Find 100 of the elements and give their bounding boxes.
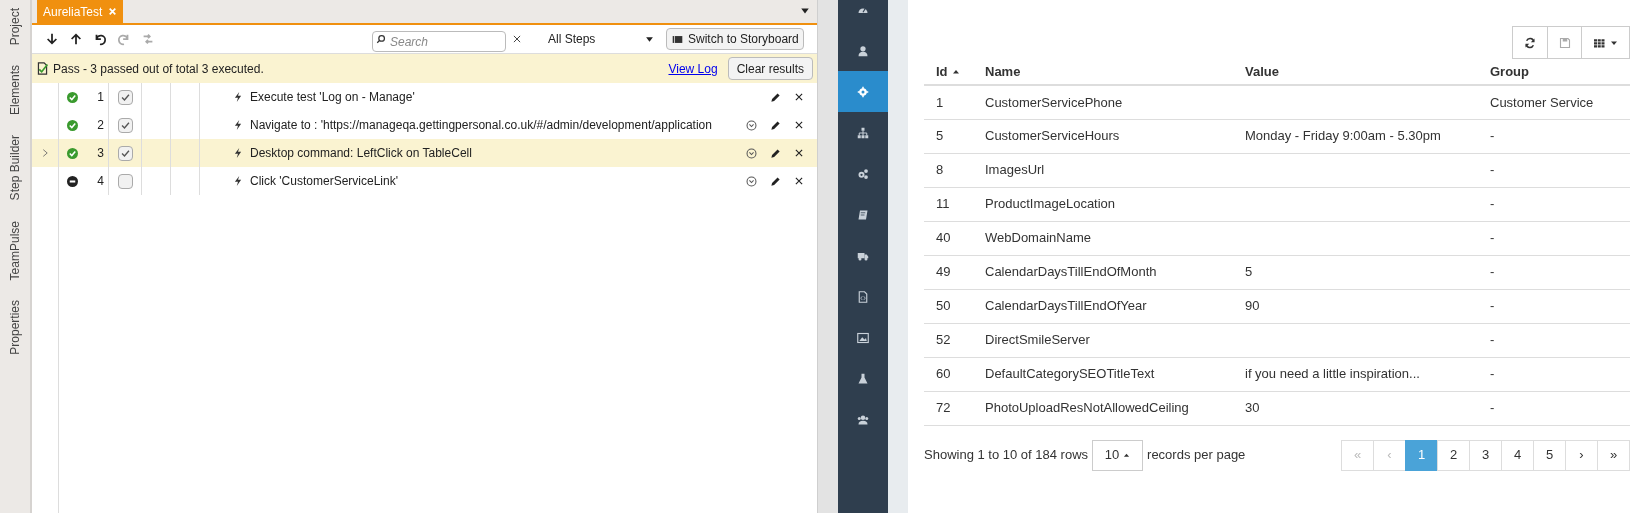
- side-tab[interactable]: Step Builder: [2, 135, 28, 201]
- table-cell: -: [1490, 196, 1495, 212]
- clear-icon[interactable]: [512, 34, 522, 44]
- table-cell: DefaultCategorySEOTitleText: [985, 366, 1155, 382]
- lightning-icon: [233, 91, 243, 103]
- pencil-icon[interactable]: [770, 91, 781, 103]
- table-cell: 72: [936, 400, 951, 416]
- table-cell: 1: [936, 94, 944, 110]
- table-cell: 60: [936, 366, 951, 382]
- status-message: Pass - 3 passed out of total 3 executed.: [53, 60, 264, 78]
- table-cell: DirectSmileServer: [985, 332, 1090, 348]
- arrow-up-icon[interactable]: [69, 32, 83, 46]
- column-header[interactable]: Name: [985, 61, 1021, 82]
- side-tab[interactable]: TeamPulse: [2, 220, 28, 281]
- delete-icon[interactable]: [794, 176, 804, 186]
- search-field[interactable]: Search: [372, 31, 506, 52]
- refresh-icon: [1524, 36, 1536, 49]
- image-icon: [857, 331, 869, 344]
- step-checkbox[interactable]: [117, 117, 133, 133]
- page-button[interactable]: »: [1597, 439, 1630, 471]
- step-number: 1: [97, 89, 104, 106]
- pencil-icon[interactable]: [770, 175, 781, 187]
- columns-button[interactable]: [1581, 26, 1630, 59]
- options-icon[interactable]: [746, 147, 757, 159]
- storyboard-button[interactable]: Switch to Storyboard: [666, 28, 804, 50]
- table-cell: -: [1490, 366, 1495, 382]
- columns-icon: [1593, 36, 1606, 49]
- delete-icon[interactable]: [794, 120, 804, 130]
- table-cell: 5: [936, 128, 944, 144]
- filter-dropdown[interactable]: All Steps: [548, 30, 660, 48]
- step-checkbox[interactable]: [117, 89, 133, 105]
- step-number: 3: [97, 145, 104, 162]
- lightning-icon: [233, 175, 243, 187]
- undo-icon[interactable]: [93, 32, 107, 46]
- pass-icon: [36, 62, 49, 75]
- sitemap-icon: [857, 126, 869, 139]
- arrow-down-icon[interactable]: [45, 32, 59, 46]
- table-cell: Customer Service: [1490, 94, 1594, 110]
- table-cell: Monday - Friday 9:00am - 5.30pm: [1245, 128, 1441, 144]
- page-button[interactable]: ›: [1565, 439, 1598, 471]
- step-checkbox[interactable]: [117, 173, 133, 189]
- clear-results-button[interactable]: Clear results: [727, 57, 813, 80]
- table-cell: CalendarDaysTillEndOfYear: [985, 298, 1147, 314]
- table-cell: ProductImageLocation: [985, 196, 1116, 212]
- step-text: Navigate to : 'https://manageqa.gettingpersonal.co.uk/#/admin/development/application: [250, 117, 712, 134]
- step-text: Click 'CustomerServiceLink': [250, 173, 398, 190]
- step-row[interactable]: 3 Desktop command: LeftClick on TableCell: [32, 139, 817, 167]
- table-cell: -: [1490, 162, 1495, 178]
- dropdown-icon: [645, 34, 654, 44]
- book-icon: [857, 208, 869, 221]
- checkmark-icon: [119, 91, 131, 103]
- caret-icon: [1123, 451, 1131, 459]
- page-button[interactable]: 2: [1437, 439, 1470, 471]
- table-cell: -: [1490, 128, 1495, 144]
- checkmark-icon: [119, 119, 131, 131]
- lightning-icon: [233, 147, 243, 159]
- table-cell: CalendarDaysTillEndOfMonth: [985, 264, 1157, 280]
- step-number: 2: [97, 117, 104, 134]
- users-icon: [857, 413, 869, 426]
- dropdown-icon[interactable]: [800, 6, 810, 16]
- side-tab[interactable]: Project: [2, 8, 28, 46]
- table-cell: 52: [936, 332, 951, 348]
- table-cell: 90: [1245, 298, 1260, 314]
- table-cell: -: [1490, 332, 1495, 348]
- table-cell: 30: [1245, 400, 1260, 416]
- page-button[interactable]: 5: [1533, 439, 1566, 471]
- film-icon: [671, 33, 684, 45]
- delete-icon[interactable]: [794, 148, 804, 158]
- chevron-icon: [40, 148, 50, 158]
- options-icon[interactable]: [746, 175, 757, 187]
- row-summary: Showing 1 to 10 of 184 rows: [924, 446, 1089, 465]
- table-cell: 50: [936, 298, 951, 314]
- table-cell: CustomerServicePhone: [985, 94, 1123, 110]
- search-icon: [376, 33, 386, 44]
- pencil-icon[interactable]: [770, 119, 781, 131]
- flask-icon: [857, 372, 869, 385]
- side-tab[interactable]: Elements: [2, 65, 28, 116]
- step-number: 4: [97, 173, 104, 190]
- side-tab[interactable]: Properties: [2, 300, 28, 355]
- view-log-link[interactable]: View Log: [668, 59, 718, 78]
- step-text: Desktop command: LeftClick on TableCell: [250, 145, 472, 162]
- column-header[interactable]: Id: [936, 61, 960, 82]
- gears-icon: [857, 167, 869, 180]
- step-checkbox[interactable]: [117, 145, 133, 161]
- page-button[interactable]: 4: [1501, 439, 1534, 471]
- table-cell: -: [1490, 400, 1495, 416]
- table-cell: 40: [936, 230, 951, 246]
- table-cell: ImagesUrl: [985, 162, 1045, 178]
- delete-icon[interactable]: [794, 92, 804, 102]
- pencil-icon[interactable]: [770, 147, 781, 159]
- user-icon: [857, 44, 869, 57]
- table-cell: if you need a little inspiration...: [1245, 366, 1420, 382]
- options-icon[interactable]: [746, 119, 757, 131]
- column-header[interactable]: Value: [1245, 61, 1279, 82]
- page-size-dropdown[interactable]: 10: [1092, 439, 1144, 471]
- refresh-button[interactable]: [1512, 26, 1548, 59]
- checkmark-icon: [119, 147, 131, 159]
- table-cell: 8: [936, 162, 944, 178]
- page-button[interactable]: 3: [1469, 439, 1502, 471]
- column-header[interactable]: Group: [1490, 61, 1529, 82]
